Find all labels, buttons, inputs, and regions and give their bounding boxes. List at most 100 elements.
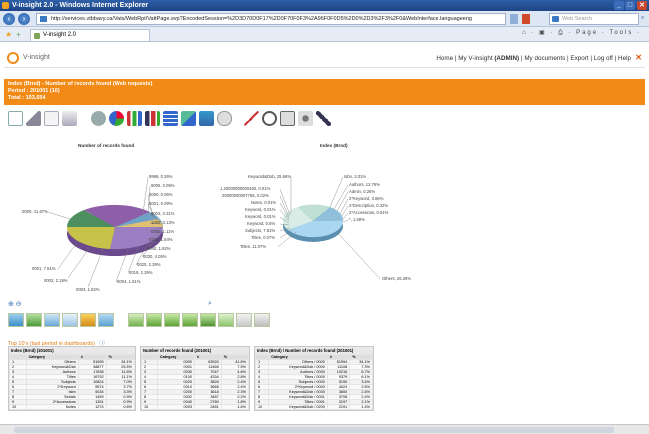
pie2-label: 1,20000000000450, 0.01% [220, 186, 271, 191]
window-icon[interactable] [280, 111, 295, 126]
pie2-label: Notes, 0.01% [251, 200, 277, 205]
close-window-button[interactable]: ✕ [637, 1, 647, 10]
pie1-label: 0000, 41.67% [22, 209, 48, 214]
scissors-icon[interactable] [244, 111, 259, 126]
table-cell: 1.4% [349, 404, 373, 410]
banner-period: Period : 201001 (10) [8, 88, 60, 94]
refresh-icon[interactable] [510, 14, 518, 24]
filter-table-icon[interactable] [236, 313, 252, 327]
browser-icon [2, 2, 9, 9]
pie1-label: 0250, 1.11% [151, 229, 175, 234]
back-button[interactable]: ‹ [3, 13, 15, 25]
dashboard-list-icon[interactable] [62, 313, 78, 327]
table-icon[interactable] [163, 111, 178, 126]
pie1-label: 0040, 1.92% [147, 246, 171, 251]
maximize-button[interactable]: □ [625, 1, 635, 10]
nav-logoff-link[interactable]: Log off [594, 55, 613, 62]
table-title: Number of records found (201001) [141, 347, 249, 354]
tab-vinsight[interactable]: V-insight 2.0 [30, 29, 150, 41]
table-cell: 10 [254, 404, 270, 410]
table-cell: Notes [25, 404, 79, 410]
minimize-button[interactable]: _ [614, 1, 624, 10]
nav-my-documents-link[interactable]: My documents [524, 55, 565, 62]
filter-group-icon[interactable] [200, 313, 216, 327]
favorites-star-icon[interactable]: ★ [5, 30, 12, 39]
pie1-label: 0001, 7.51% [32, 266, 56, 271]
filter-prev-icon[interactable] [182, 313, 198, 327]
pen-icon[interactable] [316, 111, 331, 126]
charts-svg [47, 176, 381, 288]
table-row: 10 Notes 1274 0.8% [9, 404, 136, 410]
search-icon[interactable]: ⌕ [641, 15, 644, 22]
pie1-label: 0019, 2.39% [129, 270, 153, 275]
table-cell: 0.8% [105, 404, 136, 410]
pie1-label: 4000, 0.06% [149, 192, 173, 197]
print-icon[interactable] [62, 111, 77, 126]
data-table: Category #% 1 Others / 0000 51994 34.1% 2 Keywo… [254, 354, 373, 410]
nav-admin-label: (ADMIN) [494, 55, 520, 62]
table-cell: 1.6% [220, 404, 250, 410]
url-field[interactable]: http://services.vtbbavy.ca/Vats/WebRpt/V… [36, 13, 506, 25]
pie-chart-icon[interactable] [91, 111, 106, 126]
data-table: Category #% 1 0000 63920 41.6% 2 0001 11466 7.5% 3… [141, 354, 250, 410]
pie2-label: Others, 26.26% [382, 276, 412, 281]
dashboard-view-icon[interactable] [8, 313, 24, 327]
horizontal-scrollbar[interactable] [0, 424, 649, 434]
nav-my-vinsight-link[interactable]: My V-insight [458, 55, 492, 62]
forward-button[interactable]: › [18, 13, 30, 25]
filter-edit-icon[interactable] [218, 313, 234, 327]
nav-home-link[interactable]: Home [436, 55, 453, 62]
pie1-label: 0002, 2.19% [44, 278, 68, 283]
table-index-records: Index (Brnd) / Number of records found (… [254, 346, 374, 411]
toolbar-spacer [80, 111, 88, 129]
search-placeholder: Web Search [562, 16, 593, 22]
map-icon[interactable] [199, 111, 214, 126]
pie-color-icon[interactable] [109, 111, 124, 126]
zoom-icon[interactable]: ⌕ [208, 300, 212, 308]
pie-chart-index [282, 204, 344, 242]
scroll-thumb[interactable] [14, 427, 614, 433]
close-icon[interactable]: ✕ [635, 53, 642, 62]
pie2-label: Titles, 11.07% [240, 244, 267, 249]
filter-export-icon[interactable] [254, 313, 270, 327]
zoom-icons[interactable]: ⊕ ⊖ [8, 301, 22, 308]
toolbar-spacer [235, 111, 241, 129]
nav-help-link[interactable]: Help [618, 55, 631, 62]
refresh-chart-icon[interactable] [181, 111, 196, 126]
filter-add-icon[interactable] [146, 313, 162, 327]
pie1-label: 0003, 0.31% [151, 211, 175, 216]
dashboard-table-icon[interactable] [44, 313, 60, 327]
dashboard-chart-icon[interactable] [80, 313, 96, 327]
table-row: 10 0003 2481 1.6% [141, 404, 250, 410]
filter-icon[interactable] [128, 313, 144, 327]
dashboard-window-icon[interactable] [98, 313, 114, 327]
pie1-label: 0001, 0.09% [149, 201, 173, 206]
pie1-label: 0020, 2.39% [137, 262, 161, 267]
browser-window: V-insight 2.0 - Windows Internet Explore… [0, 0, 649, 434]
vinsight-logo-icon [7, 52, 19, 64]
edit-icon[interactable] [26, 111, 41, 126]
command-bar[interactable]: ⌂ · ▣ · ⎙ · Page · Tools · [522, 29, 641, 37]
toolbar-spacer [116, 313, 126, 331]
table-cell: Keyword&Dsb / 0200 [268, 404, 328, 410]
add-favorite-icon[interactable]: + [16, 30, 21, 39]
pie2-label: 2*Description, 0.32% [349, 203, 389, 208]
settings-icon[interactable] [298, 111, 313, 126]
pie1-label: 9005, 0.05% [151, 183, 175, 188]
pie2-label: Isbn, 3.31% [344, 174, 367, 179]
new-document-icon[interactable] [8, 111, 23, 126]
pie2-label: Keyword, 0.6% [247, 221, 276, 226]
stop-icon[interactable] [522, 14, 530, 24]
bar-chart-icon[interactable] [127, 111, 142, 126]
search-input[interactable]: Web Search [549, 13, 639, 25]
filter-next-icon[interactable] [164, 313, 180, 327]
table-cell: 0003 [156, 404, 195, 410]
globe-icon[interactable] [217, 111, 232, 126]
logo-text: V-insight [23, 54, 50, 61]
stacked-bar-icon[interactable] [145, 111, 160, 126]
dashboard-add-icon[interactable] [26, 313, 42, 327]
pie2-label: 2*Accessions, 0.91% [349, 210, 389, 215]
link-icon[interactable] [262, 111, 277, 126]
nav-export-link[interactable]: Export [570, 55, 588, 62]
copy-icon[interactable] [44, 111, 59, 126]
